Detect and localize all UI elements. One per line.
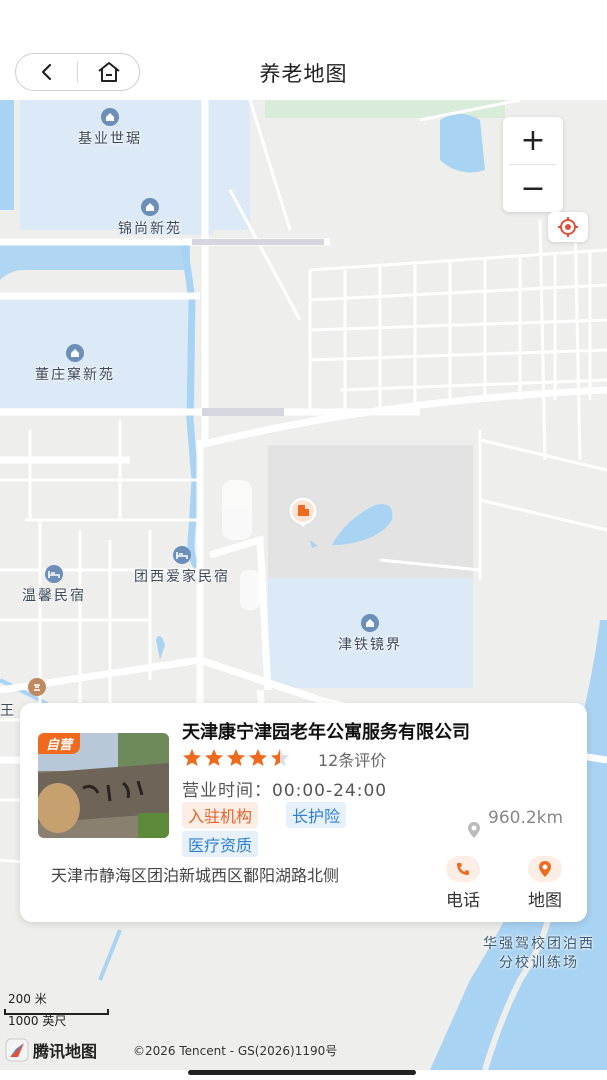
poi-label: 团西爱家民宿 bbox=[134, 569, 230, 585]
map-copyright: ©2026 Tencent - GS(2026)1190号 bbox=[133, 1044, 338, 1058]
poi-label: 温馨民宿 bbox=[22, 588, 86, 604]
call-button[interactable]: 电话 bbox=[446, 856, 480, 911]
facility-address: 天津市静海区团泊新城西区鄱阳湖路北侧 bbox=[51, 866, 340, 885]
poi-jinshang[interactable]: 锦尚新苑 bbox=[118, 198, 182, 238]
scale-imperial: 1000 英尺 bbox=[8, 1014, 67, 1028]
poi-label: 董庄窠新苑 bbox=[35, 367, 115, 383]
call-label: 电话 bbox=[446, 891, 480, 911]
map-base bbox=[0, 100, 607, 1070]
house-icon bbox=[141, 198, 159, 216]
self-operated-badge: 自营 bbox=[38, 733, 81, 754]
food-icon bbox=[28, 678, 46, 696]
map-scale: 200 米 bbox=[4, 992, 47, 1006]
zoom-in-button[interactable]: + bbox=[503, 117, 563, 164]
poi-label: 津铁镜界 bbox=[338, 637, 402, 653]
poi-jintie[interactable]: 津铁镜界 bbox=[338, 614, 402, 654]
map-provider-logo: 腾讯地图 bbox=[5, 1038, 97, 1062]
poi-label: 锦尚新苑 bbox=[118, 221, 182, 237]
tag-registered: 入驻机构 bbox=[182, 802, 259, 828]
poi-tea[interactable] bbox=[28, 678, 46, 698]
tag-long-term-care: 长护险 bbox=[286, 802, 347, 828]
tencent-map-icon bbox=[5, 1038, 29, 1062]
review-count[interactable]: 12条评价 bbox=[318, 747, 386, 771]
facility-photo[interactable]: 自营 bbox=[38, 733, 169, 838]
poi-label: 华强驾校团泊西分校训练场 bbox=[483, 936, 595, 971]
star-icon bbox=[205, 749, 223, 766]
house-icon bbox=[101, 108, 119, 126]
poi-label: 基业世琚 bbox=[78, 131, 142, 147]
rating-stars bbox=[182, 748, 290, 768]
zoom-controls: + − bbox=[503, 117, 563, 212]
scale-metric: 200 米 bbox=[8, 992, 47, 1006]
half-star-icon bbox=[271, 749, 289, 766]
location-pin-icon bbox=[468, 822, 480, 838]
locate-button[interactable] bbox=[548, 212, 588, 242]
map-provider-name: 腾讯地图 bbox=[33, 1042, 98, 1061]
map-nav-button[interactable]: 地图 bbox=[528, 856, 562, 911]
business-hours: 营业时间：00:00-24:00 bbox=[182, 781, 388, 801]
page-title: 养老地图 bbox=[259, 62, 348, 86]
poi-label: 王窠 bbox=[0, 703, 14, 719]
scale-imperial-wrap: 1000 英尺 bbox=[4, 1014, 66, 1028]
facility-card[interactable]: 自营 天津康宁津园老年公寓服务有限公司 12条评价 营业时间：00:00-24:… bbox=[20, 703, 587, 922]
poi-wenxin[interactable]: 温馨民宿 bbox=[22, 565, 86, 605]
top-nav-bar: 养老地图 bbox=[0, 0, 607, 100]
poi-edge-left[interactable]: 王窠 bbox=[0, 700, 14, 720]
star-icon bbox=[227, 749, 245, 766]
poi-dongzhuang[interactable]: 董庄窠新苑 bbox=[35, 344, 115, 384]
bed-icon bbox=[45, 565, 63, 583]
facility-name: 天津康宁津园老年公寓服务有限公司 bbox=[182, 722, 470, 743]
location-target-icon bbox=[558, 217, 578, 237]
home-indicator[interactable] bbox=[188, 1070, 416, 1075]
map-label: 地图 bbox=[528, 891, 562, 911]
poi-tuanxi[interactable]: 团西爱家民宿 bbox=[134, 546, 230, 586]
poi-jiye[interactable]: 基业世琚 bbox=[78, 108, 142, 148]
facility-marker-icon[interactable] bbox=[287, 496, 319, 528]
phone-icon bbox=[446, 856, 480, 882]
star-icon bbox=[249, 749, 267, 766]
map-pin-icon bbox=[528, 856, 562, 882]
house-icon bbox=[66, 344, 84, 362]
star-icon bbox=[183, 749, 201, 766]
bed-icon bbox=[173, 546, 191, 564]
house-icon bbox=[361, 614, 379, 632]
zoom-out-button[interactable]: − bbox=[503, 165, 563, 212]
tag-medical: 医疗资质 bbox=[182, 831, 259, 857]
distance-text: 960.2km bbox=[488, 808, 564, 828]
map-view[interactable]: 基业世琚 锦尚新苑 董庄窠新苑 团西爱家民宿 温馨民宿 津铁镜界 王窠 华强驾校… bbox=[0, 100, 607, 1070]
poi-huaqiang[interactable]: 华强驾校团泊西分校训练场 bbox=[476, 935, 602, 973]
